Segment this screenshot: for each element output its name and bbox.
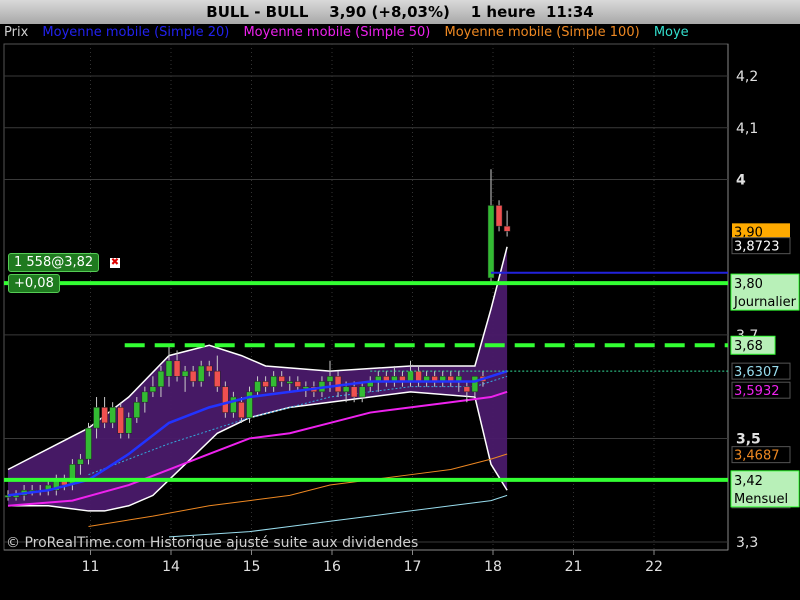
- candle-body: [165, 360, 173, 377]
- copyright-notice: © ProRealTime.com Historique ajusté suit…: [6, 535, 419, 551]
- position-box[interactable]: 1 558@3,82 +0,08: [8, 251, 108, 293]
- price-tag-label: 3,6307: [734, 365, 780, 380]
- y-tick-label: 4: [736, 173, 746, 189]
- candle-body: [181, 370, 189, 377]
- candle-body: [149, 386, 157, 393]
- candle-body: [206, 365, 213, 372]
- candle-body: [326, 376, 334, 382]
- price-tag-label: 3,5932: [734, 384, 780, 399]
- candle-body: [334, 376, 342, 393]
- x-tick-label: 22: [645, 559, 663, 575]
- x-tick-label: 11: [82, 559, 100, 575]
- close-position-icon[interactable]: ✖: [110, 258, 120, 268]
- level-tag-value: 3,80: [734, 277, 763, 292]
- legend-ma200[interactable]: Moye: [654, 25, 689, 40]
- candle-body: [93, 407, 100, 429]
- y-tick-label: 4,1: [736, 121, 758, 137]
- candle-body: [141, 391, 149, 403]
- candle-body: [270, 376, 277, 387]
- price-tag-label: 3,4687: [734, 449, 780, 464]
- price-tag-label: 3,8723: [734, 240, 780, 255]
- candle-body: [77, 458, 84, 465]
- candle-body: [407, 370, 414, 382]
- legend-ma50[interactable]: Moyenne mobile (Simple 50): [243, 25, 430, 40]
- x-tick-label: 16: [323, 559, 341, 575]
- candle-body: [503, 225, 511, 232]
- level-tag-name: Journalier: [733, 295, 797, 310]
- candle-body: [189, 370, 197, 382]
- candle-body: [101, 407, 108, 424]
- x-tick-label: 15: [243, 559, 261, 575]
- x-tick-label: 14: [162, 559, 180, 575]
- candle-body: [286, 381, 293, 384]
- indicator-legend: Prix Moyenne mobile (Simple 20) Moyenne …: [4, 25, 728, 43]
- candle-body: [85, 427, 92, 460]
- y-tick-label: 4,2: [736, 69, 758, 85]
- x-tick-label: 21: [565, 559, 583, 575]
- candle-body: [69, 464, 76, 486]
- candle-body: [197, 365, 205, 382]
- candle-body: [157, 370, 165, 387]
- x-tick-label: 17: [404, 559, 422, 575]
- level-tag-value: 3,68: [734, 339, 763, 354]
- candle-body: [262, 381, 269, 387]
- price-chart[interactable]: 3,33,53,744,14,211141516171821223,903,87…: [0, 0, 800, 600]
- candle-body: [294, 381, 302, 387]
- candle-body: [487, 205, 495, 279]
- position-gain: +0,08: [8, 274, 60, 293]
- position-label: 1 558@3,82: [8, 253, 100, 272]
- candle-body: [238, 401, 245, 418]
- candle-body: [117, 407, 124, 434]
- y-tick-label: 3,5: [736, 431, 761, 447]
- candle-body: [342, 386, 350, 393]
- candle-body: [214, 370, 221, 387]
- candle-body: [133, 401, 141, 418]
- candle-body: [109, 407, 116, 424]
- y-tick-label: 3,3: [736, 535, 758, 551]
- x-tick-label: 18: [484, 559, 502, 575]
- candle-body: [222, 386, 229, 413]
- candle-body: [358, 386, 366, 398]
- candle-body: [463, 386, 471, 393]
- candle-body: [495, 205, 503, 227]
- level-tag-value: 3,42: [734, 474, 763, 489]
- legend-price[interactable]: Prix: [4, 25, 28, 40]
- candle-body: [350, 386, 358, 398]
- level-tag-name: Mensuel: [734, 492, 788, 507]
- candle-body: [254, 381, 261, 393]
- candle-body: [471, 376, 479, 393]
- candle-body: [278, 376, 285, 382]
- candle-body: [173, 360, 181, 377]
- legend-ma100[interactable]: Moyenne mobile (Simple 100): [445, 25, 640, 40]
- legend-ma20[interactable]: Moyenne mobile (Simple 20): [42, 25, 229, 40]
- candle-body: [415, 370, 422, 382]
- candle-body: [125, 417, 132, 434]
